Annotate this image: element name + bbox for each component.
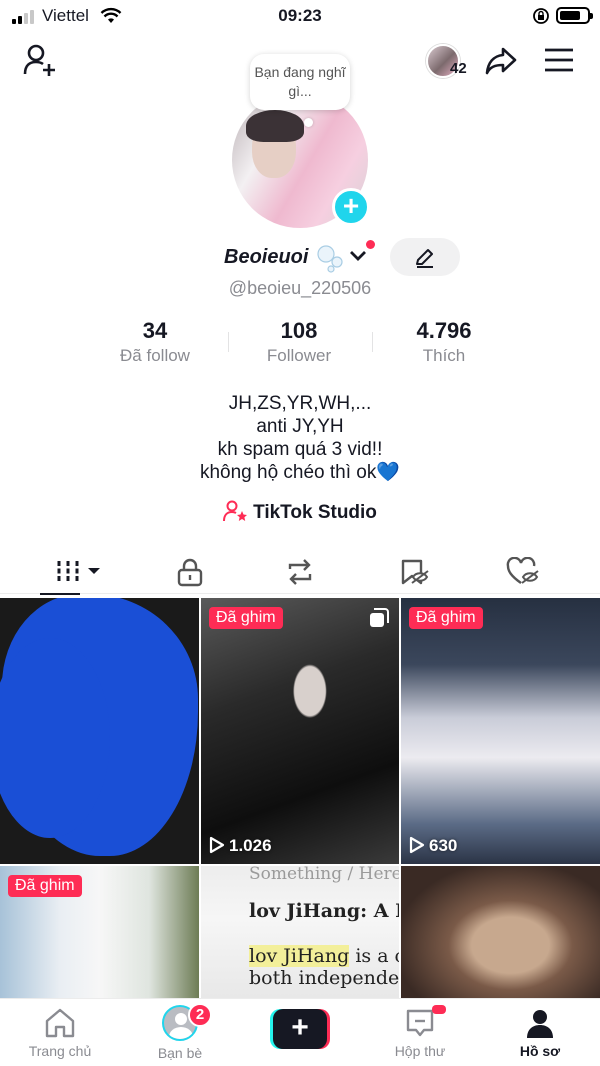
likes-stat[interactable]: 4.796 Thích: [369, 318, 519, 366]
creator-star-icon: [223, 500, 248, 522]
likes-label: Thích: [422, 346, 466, 365]
video-grid: Đã ghim 1.026 Đã ghim 630 Đã ghim Someth…: [0, 598, 600, 998]
inbox-badge: [432, 1005, 446, 1014]
share-icon[interactable]: [484, 46, 518, 76]
thumbnail-text: Something / Here: [249, 866, 399, 884]
tiktok-studio-label: TikTok Studio: [253, 502, 377, 523]
followers-stat[interactable]: 108 Follower: [224, 318, 374, 366]
thumbnail-text: both independer: [249, 967, 399, 989]
repost-icon: [288, 559, 312, 585]
blue-heart-emoji: 💙: [376, 462, 401, 483]
thumbnail-text: lov JiHang is a c: [249, 945, 399, 967]
add-friend-icon[interactable]: [22, 42, 60, 78]
bio-line: JH,ZS,YR,WH,...: [228, 393, 372, 414]
grid-icon: [57, 561, 100, 581]
nav-inbox[interactable]: Hộp thư: [360, 1003, 480, 1063]
bubbles-emoji-icon: [317, 245, 343, 273]
video-thumbnail[interactable]: [0, 598, 199, 864]
video-thumbnail[interactable]: [401, 866, 600, 998]
tab-reposts[interactable]: [240, 548, 360, 594]
profile-viewers-count[interactable]: 42: [450, 60, 467, 77]
likes-count: 4.796: [416, 318, 472, 343]
followers-count: 108: [280, 318, 318, 343]
play-icon: [409, 836, 425, 854]
active-tab-indicator: [40, 593, 80, 595]
play-count: 1.026: [209, 836, 272, 856]
nav-profile-label: Hồ sơ: [519, 1043, 561, 1059]
video-thumbnail[interactable]: Đã ghim: [0, 866, 199, 998]
following-label: Đã follow: [120, 346, 190, 365]
status-bar: Viettel 09:23: [0, 0, 600, 34]
play-icon: [209, 836, 225, 854]
heart-hidden-icon: [506, 557, 539, 584]
tab-liked[interactable]: [480, 548, 600, 594]
thought-bubble[interactable]: Bạn đang nghĩ gì...: [250, 54, 350, 110]
play-count-value: 630: [429, 836, 458, 855]
battery-icon: [556, 7, 593, 24]
following-stat[interactable]: 34 Đã follow: [80, 318, 230, 366]
name-row: Beoieuoi: [0, 238, 600, 278]
notification-dot: [366, 240, 375, 249]
bio[interactable]: JH,ZS,YR,WH,... anti JY,YH kh spam quá 3…: [0, 392, 600, 484]
clock: 09:23: [278, 6, 322, 25]
tiktok-studio-link[interactable]: TikTok Studio: [0, 500, 600, 524]
video-thumbnail[interactable]: Something / Here lov JiHang: A F lov JiH…: [201, 866, 399, 998]
pinned-badge: Đã ghim: [8, 875, 82, 897]
nav-friends-label: Bạn bè: [157, 1045, 203, 1061]
nav-inbox-label: Hộp thư: [394, 1043, 446, 1059]
display-name: Beoieuoi: [224, 246, 309, 268]
thumbnail-text: lov JiHang: A F: [249, 900, 399, 922]
friends-notification-badge: 2: [188, 1003, 212, 1027]
photo-carousel-icon: [370, 608, 389, 627]
pinned-badge: Đã ghim: [409, 607, 483, 629]
menu-icon[interactable]: [544, 48, 574, 72]
pinned-badge: Đã ghim: [209, 607, 283, 629]
nav-friends[interactable]: 2 Bạn bè: [120, 1003, 240, 1063]
avatar-hair: [246, 110, 304, 142]
bio-line: không hộ chéo thì ok: [199, 462, 377, 483]
chevron-down-icon[interactable]: [348, 248, 368, 264]
nav-profile[interactable]: Hồ sơ: [480, 1003, 600, 1063]
home-icon: [45, 1008, 75, 1038]
bio-line: anti JY,YH: [256, 416, 344, 437]
tab-videos[interactable]: [0, 548, 120, 595]
tab-private[interactable]: [120, 548, 240, 594]
bio-line: kh spam quá 3 vid!!: [217, 439, 383, 460]
add-story-button[interactable]: +: [332, 188, 370, 226]
edit-profile-button[interactable]: [390, 238, 460, 276]
bookmark-hidden-icon: [401, 559, 429, 585]
video-thumbnail[interactable]: Đã ghim 630: [401, 598, 600, 864]
profile-icon: [527, 1010, 553, 1038]
profile-tabs: [0, 548, 600, 595]
play-count-value: 1.026: [229, 836, 272, 855]
video-thumbnail[interactable]: Đã ghim 1.026: [201, 598, 399, 864]
plus-icon: +: [273, 1009, 327, 1049]
following-count: 34: [142, 318, 168, 343]
create-button[interactable]: +: [270, 1009, 330, 1049]
play-count: 630: [409, 836, 457, 856]
pencil-icon: [416, 249, 433, 268]
nav-home[interactable]: Trang chủ: [0, 1003, 120, 1063]
lock-icon: [177, 558, 203, 587]
followers-label: Follower: [266, 346, 332, 365]
orientation-lock-icon: [533, 8, 549, 24]
username: @beoieu_220506: [228, 278, 372, 298]
nav-home-label: Trang chủ: [28, 1043, 92, 1059]
bottom-nav: Trang chủ 2 Bạn bè + Hộp thư Hồ sơ: [0, 998, 600, 1066]
thought-bubble-tail: [304, 118, 313, 127]
profile-stats: 34 Đã follow 108 Follower 4.796 Thích: [0, 318, 600, 370]
tab-favorites[interactable]: [360, 548, 480, 594]
